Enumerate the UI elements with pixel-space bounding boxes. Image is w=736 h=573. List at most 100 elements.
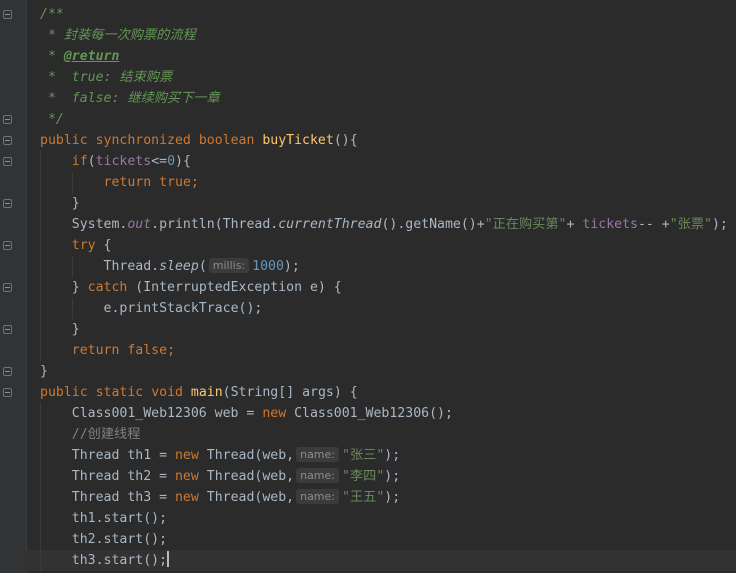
editor-gutter[interactable] xyxy=(0,0,27,573)
method-name[interactable]: main xyxy=(191,385,223,400)
code-text: th1.start(); xyxy=(71,511,168,526)
code-text: ; xyxy=(167,343,176,358)
code-text: ; xyxy=(190,175,199,190)
fold-marker-icon[interactable] xyxy=(3,283,12,292)
keyword: return xyxy=(103,175,152,190)
code-text: Thread th3 = xyxy=(71,490,175,505)
fold-marker-icon[interactable] xyxy=(3,115,12,124)
string-literal: "王五" xyxy=(342,490,385,505)
code-text: ); xyxy=(283,259,300,274)
code-line: } xyxy=(40,193,736,214)
text-caret xyxy=(167,551,169,567)
code-line: Thread.sleep(millis: 1000); xyxy=(40,256,736,277)
code-text: ().getName()+ xyxy=(381,217,485,232)
code-text: th3.start(); xyxy=(71,553,168,568)
fold-marker-icon[interactable] xyxy=(3,325,12,334)
code-text: ( xyxy=(198,259,207,274)
code-line: try { xyxy=(40,235,736,256)
fold-marker-icon[interactable] xyxy=(3,241,12,250)
indent-guide xyxy=(40,403,41,424)
code-line: * false: 继续购买下一章 xyxy=(40,88,736,109)
static-method[interactable]: sleep xyxy=(159,259,199,274)
code-text: -- + xyxy=(637,217,670,232)
code-line: th2.start(); xyxy=(40,529,736,550)
code-text: + xyxy=(566,217,583,232)
indent-guide xyxy=(40,340,41,361)
keyword: new xyxy=(262,406,287,421)
field-name[interactable]: tickets xyxy=(96,154,152,169)
keyword: void xyxy=(151,385,183,400)
code-text: System. xyxy=(71,217,128,232)
code-text: Class001_Web12306 web = xyxy=(71,406,263,421)
indent-guide xyxy=(40,235,41,256)
fold-marker-icon[interactable] xyxy=(3,388,12,397)
fold-marker-icon[interactable] xyxy=(3,199,12,208)
parameter-hint: name: xyxy=(296,447,339,462)
indent-guide xyxy=(40,424,41,445)
line-comment: //创建线程 xyxy=(71,427,141,442)
code-text: Thread th1 = xyxy=(71,448,175,463)
parameter-hint: name: xyxy=(296,468,339,483)
field-name[interactable]: tickets xyxy=(582,217,638,232)
code-line: if(tickets<=0){ xyxy=(40,151,736,172)
code-text: (){ xyxy=(333,133,358,148)
code-line: * @return xyxy=(40,46,736,67)
code-line: e.printStackTrace(); xyxy=(40,298,736,319)
doc-comment: */ xyxy=(40,112,64,127)
code-line: } catch (InterruptedException e) { xyxy=(40,277,736,298)
indent-guide xyxy=(40,256,41,277)
string-literal: "张票" xyxy=(669,217,712,232)
javadoc-return-tag[interactable]: @return xyxy=(64,49,120,64)
code-editor[interactable]: /** * 封装每一次购票的流程 * @return * true: 结束购票 … xyxy=(26,4,736,571)
indent-guide xyxy=(40,277,41,298)
code-text: (InterruptedException e) { xyxy=(127,280,342,295)
indent-guide xyxy=(72,298,73,319)
code-text: ); xyxy=(384,448,401,463)
doc-comment: * xyxy=(40,91,72,106)
code-text: Thread(web, xyxy=(198,490,295,505)
code-text: Thread th2 = xyxy=(71,469,175,484)
keyword: boolean xyxy=(198,133,255,148)
code-text: } xyxy=(71,196,80,211)
code-text: (String[] args) { xyxy=(222,385,358,400)
static-field[interactable]: out xyxy=(127,217,151,232)
code-text: .println(Thread. xyxy=(151,217,279,232)
method-name[interactable]: buyTicket xyxy=(262,133,333,148)
code-line: * true: 结束购票 xyxy=(40,67,736,88)
code-text: e.printStackTrace(); xyxy=(103,301,263,316)
code-text: ); xyxy=(384,469,401,484)
keyword: new xyxy=(174,469,199,484)
current-code-line[interactable]: th3.start(); xyxy=(26,550,736,571)
fold-marker-icon[interactable] xyxy=(3,157,12,166)
code-text: ); xyxy=(711,217,728,232)
string-literal: "李四" xyxy=(342,469,385,484)
number-literal: 1000 xyxy=(252,259,284,274)
keyword: new xyxy=(174,490,199,505)
code-text: Thread(web, xyxy=(198,448,295,463)
fold-marker-icon[interactable] xyxy=(3,10,12,19)
keyword: public xyxy=(40,133,88,148)
parameter-hint: name: xyxy=(296,489,339,504)
code-text: } xyxy=(71,322,80,337)
fold-marker-icon[interactable] xyxy=(3,136,12,145)
indent-guide xyxy=(40,529,41,550)
fold-marker-icon[interactable] xyxy=(3,367,12,376)
indent-guide xyxy=(40,214,41,235)
doc-comment: * xyxy=(40,49,64,64)
doc-comment: * 封装每一次购票的流程 xyxy=(40,28,196,43)
code-text: } xyxy=(40,364,48,379)
code-text: Thread. xyxy=(103,259,160,274)
code-line: return false; xyxy=(40,340,736,361)
code-text: ); xyxy=(384,490,401,505)
code-text: { xyxy=(95,238,112,253)
static-method[interactable]: currentThread xyxy=(278,217,381,232)
code-line: Thread th1 = new Thread(web, name: "张三"); xyxy=(40,445,736,466)
code-line: } xyxy=(40,361,736,382)
code-line: */ xyxy=(40,109,736,130)
keyword: return xyxy=(71,343,120,358)
keyword: try xyxy=(71,238,96,253)
code-line: } xyxy=(40,319,736,340)
code-line: System.out.println(Thread.currentThread(… xyxy=(40,214,736,235)
code-text: Class001_Web12306(); xyxy=(286,406,453,421)
string-literal: "正在购买第" xyxy=(484,217,567,232)
